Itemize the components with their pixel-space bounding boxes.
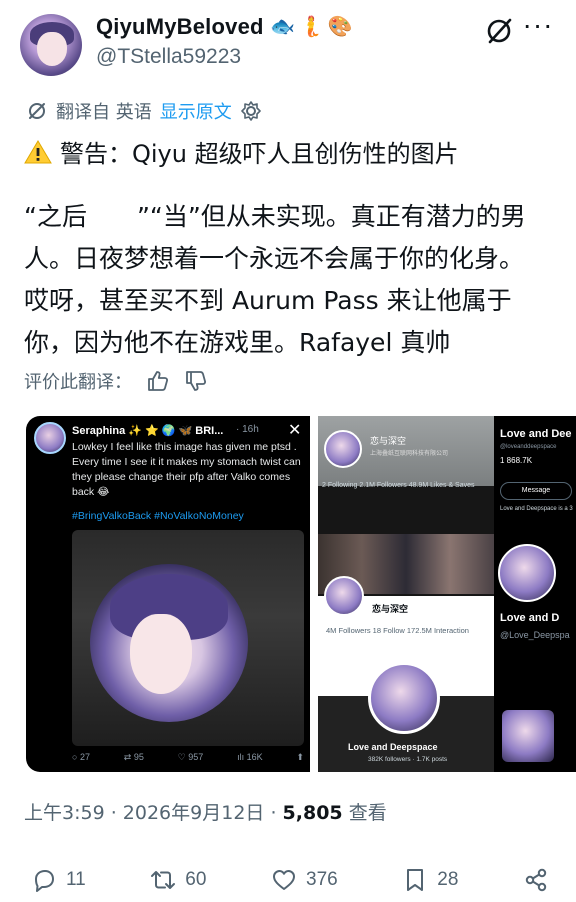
tweet-body: “之后 ”“当”但从未实现。真正有潜力的男 人。日夜梦想着一个永远不会属于你的化身…: [24, 196, 554, 364]
reply-button[interactable]: 11: [30, 866, 86, 894]
embedded-replies: ○ 27: [72, 752, 90, 762]
display-name[interactable]: QiyuMyBeloved: [96, 14, 264, 40]
share-button[interactable]: [522, 866, 550, 894]
gear-icon[interactable]: [240, 100, 262, 122]
translate-icon: [29, 103, 45, 119]
translation-label: 翻译自 英语: [56, 102, 152, 123]
bookmark-icon: [407, 869, 424, 891]
embedded-likes: ♡ 957: [177, 752, 204, 762]
embedded-hashtags: #BringValkoBack #NoValkoNoMoney: [72, 510, 244, 522]
profile-company: 上海叠纸互联网科技有限公司: [370, 451, 449, 457]
embedded-share: ⬆: [296, 752, 304, 762]
tweet-header: QiyuMyBeloved 🐟 🧜 🎨 @TStella59223 ···: [0, 0, 576, 86]
repost-icon: [151, 871, 176, 889]
side-name: Love and Dee: [500, 428, 572, 440]
side-thumbnail: [502, 710, 554, 762]
side-name-2: Love and D: [500, 612, 560, 624]
bookmark-count: 28: [437, 869, 459, 890]
profile-bottom-avatar: [368, 662, 440, 734]
embedded-avatar: [34, 422, 66, 454]
show-original-link[interactable]: 显示原文: [160, 98, 232, 124]
profile-bottom-name: Love and Deepspace: [348, 742, 438, 752]
profile-card-avatar: [324, 576, 364, 616]
fish-emoji: 🐟: [270, 14, 295, 38]
embedded-name: Seraphina ✨ ⭐ 🌍 🦋 BRI...: [72, 425, 224, 437]
body-line-4: 你，因为他不在游戏里。Rafayel 真帅: [24, 328, 451, 357]
profile-bottom-sub: 382K followers · 1.7K posts: [368, 756, 448, 763]
palette-emoji: 🎨: [327, 14, 353, 38]
side-desc: Love and Deepspace is a 3: [500, 506, 573, 512]
reply-icon: [35, 870, 54, 892]
post-time[interactable]: 上午3:59: [24, 802, 105, 824]
embedded-views: ılı 16K: [237, 752, 263, 762]
name-emojis: 🐟 🧜 🎨: [270, 14, 353, 38]
reply-count: 11: [66, 869, 86, 890]
rate-translation-row: 评价此翻译：: [24, 368, 208, 394]
embedded-text: Lowkey I feel like this image has given …: [72, 441, 301, 498]
like-count: 376: [306, 869, 338, 890]
profile-card-stats: 4M Followers 18 Follow 172.5M Interactio…: [326, 626, 469, 635]
like-button[interactable]: 376: [270, 866, 338, 894]
mermaid-emoji: 🧜: [298, 14, 324, 38]
repost-count: 60: [185, 869, 207, 890]
warning-icon: [24, 139, 52, 163]
profile-name: 恋与深空: [370, 436, 407, 446]
profile-side: Love and Dee @loveanddeepspace 1 868.7K …: [496, 416, 576, 772]
avatar[interactable]: [20, 14, 82, 76]
side-handle-2: @Love_Deepspa: [500, 630, 570, 640]
side-message-button: Message: [500, 482, 572, 500]
repost-button[interactable]: 60: [149, 866, 206, 894]
profile-avatar: [324, 430, 362, 468]
user-handle[interactable]: @TStella59223: [96, 45, 241, 69]
embedded-actions: ○ 27 ⇄ 95 ♡ 957 ılı 16K ⬆: [72, 752, 304, 763]
views-label: 查看: [348, 802, 387, 824]
embedded-reposts: ⇄ 95: [123, 752, 144, 762]
thumbs-down-icon[interactable]: [184, 369, 208, 393]
profile-collage: 恋与深空 上海叠纸互联网科技有限公司 2 Following 2.1M Foll…: [318, 416, 494, 772]
thumbs-up-icon[interactable]: [146, 369, 170, 393]
tweet-timestamp: 上午3:59 · 2026年9月12日 · 5,805 查看: [24, 802, 387, 824]
body-line-2: 人。日夜梦想着一个永远不会属于你的化身。: [24, 244, 525, 273]
media-image-right[interactable]: 恋与深空 上海叠纸互联网科技有限公司 2 Following 2.1M Foll…: [318, 416, 576, 772]
avatar-face: [37, 32, 67, 66]
body-line-1: “之后 ”“当”但从未实现。真正有潜力的男: [24, 202, 526, 231]
bookmark-button[interactable]: 28: [401, 866, 458, 894]
embedded-portrait: [72, 530, 304, 746]
view-count: 5,805: [282, 802, 343, 824]
translation-row: 翻译自 英语 显示原文: [26, 98, 262, 124]
warning-text: 警告：Qiyu 超级吓人且创伤性的图片: [60, 140, 459, 168]
action-bar: 11 60 376 28: [30, 862, 550, 898]
media-image-left[interactable]: Seraphina ✨ ⭐ 🌍 🦋 BRI... · 16h ✕ Lowkey …: [26, 416, 310, 772]
body-line-3: 哎呀，甚至买不到 Aurum Pass 来让他属于: [24, 286, 512, 315]
heart-icon: [273, 870, 295, 890]
rate-label: 评价此翻译：: [24, 372, 132, 393]
profile-card-name: 恋与深空: [372, 604, 409, 614]
embedded-time: · 16h: [236, 424, 259, 435]
side-handle: @loveanddeepspace: [500, 444, 557, 450]
post-date[interactable]: 2026年9月12日: [123, 802, 265, 824]
grok-icon[interactable]: [484, 16, 514, 46]
side-avatar: [498, 544, 556, 602]
portrait-face: [130, 614, 192, 694]
share-icon: [525, 868, 547, 892]
profile-stats: 2 Following 2.1M Followers 48.9M Likes &…: [322, 482, 475, 489]
more-options-icon[interactable]: ···: [522, 11, 554, 46]
close-icon: ✕: [288, 422, 302, 439]
side-stats: 1 868.7K: [500, 456, 533, 465]
tweet-media[interactable]: Seraphina ✨ ⭐ 🌍 🦋 BRI... · 16h ✕ Lowkey …: [26, 416, 576, 772]
warning-line: 警告：Qiyu 超级吓人且创伤性的图片: [24, 134, 459, 169]
